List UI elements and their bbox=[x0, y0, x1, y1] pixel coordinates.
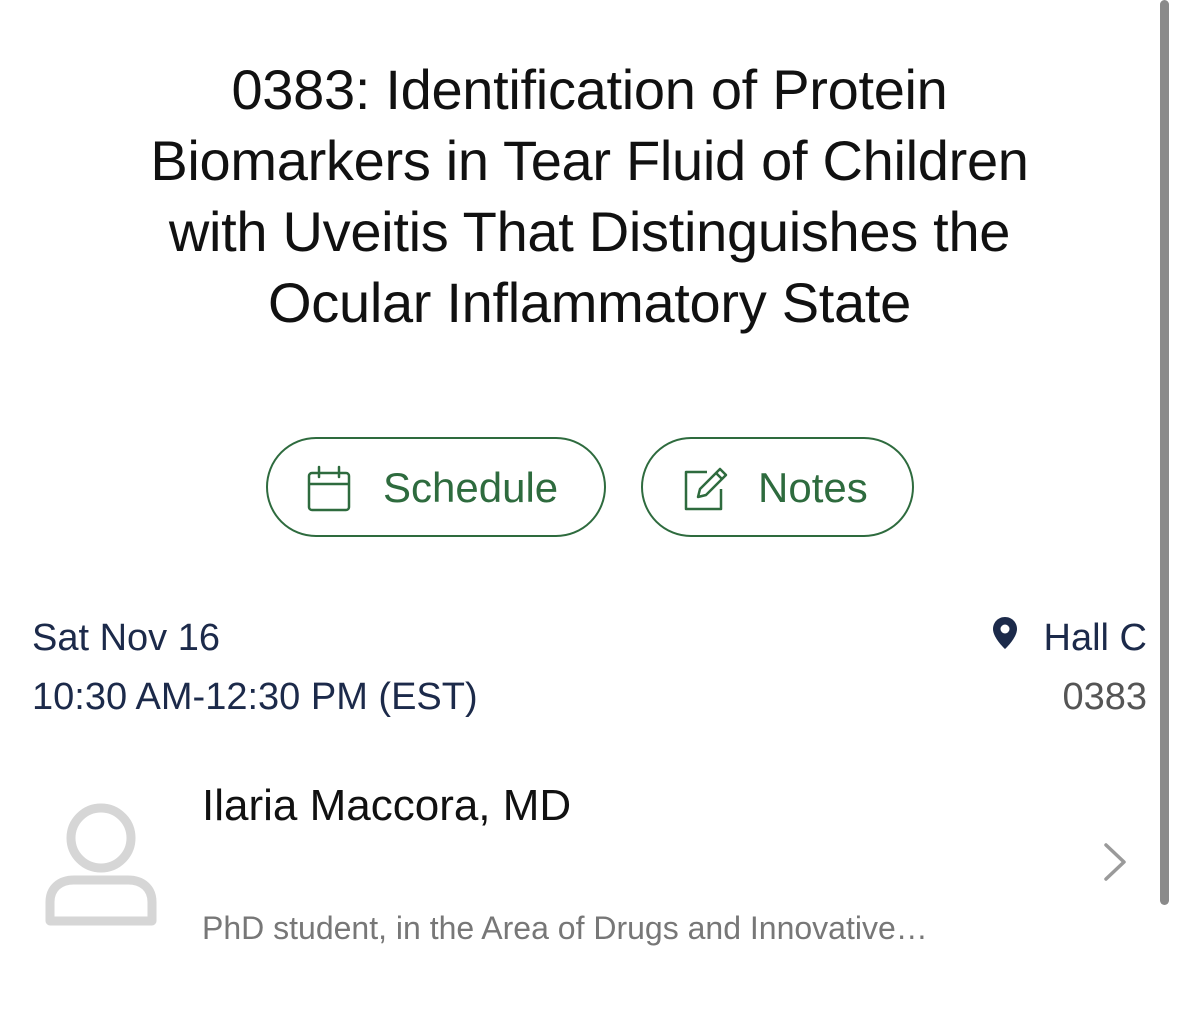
author-affiliation: PhD student, in the Area of Drugs and In… bbox=[202, 910, 928, 946]
schedule-label: Schedule bbox=[383, 464, 559, 511]
location-label: Hall C bbox=[1043, 617, 1147, 659]
calendar-icon bbox=[306, 465, 352, 523]
session-time: 10:30 AM-12:30 PM (EST) bbox=[32, 676, 478, 718]
user-avatar-icon bbox=[44, 798, 158, 931]
notes-label: Notes bbox=[758, 464, 868, 511]
notes-button[interactable]: Notes bbox=[641, 437, 914, 537]
edit-note-icon bbox=[681, 465, 729, 523]
session-code: 0383 bbox=[1062, 676, 1147, 718]
map-pin-icon bbox=[992, 615, 1018, 661]
session-title: 0383: Identification of Protein Biomarke… bbox=[150, 58, 1029, 334]
chevron-right-icon bbox=[1102, 842, 1128, 887]
session-location: Hall C bbox=[992, 615, 1147, 661]
author-row[interactable]: Ilaria Maccora, MD PhD student, in the A… bbox=[0, 760, 1160, 980]
session-date: Sat Nov 16 bbox=[32, 617, 220, 659]
author-name: Ilaria Maccora, MD bbox=[202, 781, 572, 830]
schedule-button[interactable]: Schedule bbox=[266, 437, 606, 537]
scrollbar[interactable] bbox=[1160, 0, 1169, 905]
